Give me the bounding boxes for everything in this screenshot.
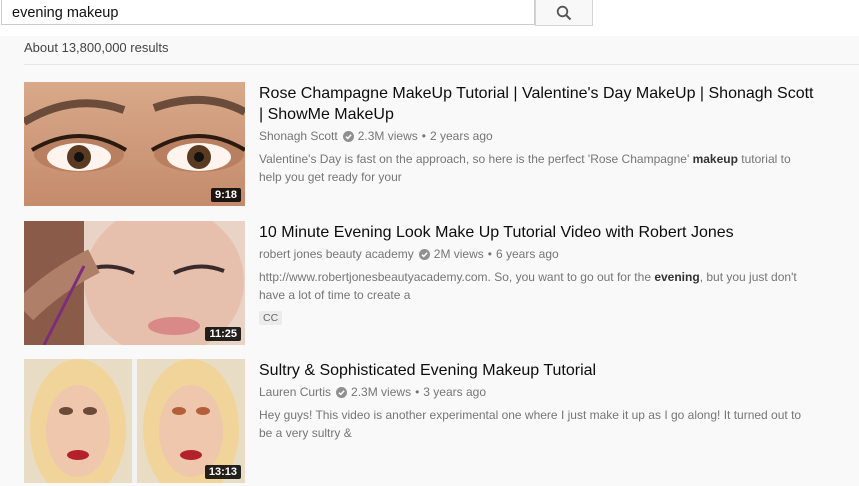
video-result[interactable]: 13:13 Sultry & Sophisticated Evening Mak… xyxy=(24,359,824,483)
description-text: http://www.robertjonesbeautyacademy.com.… xyxy=(259,270,655,284)
video-title[interactable]: 10 Minute Evening Look Make Up Tutorial … xyxy=(259,222,819,243)
results-count: About 13,800,000 results xyxy=(24,40,169,55)
view-count: 2.3M views xyxy=(357,129,418,143)
search-bar: evening makeup xyxy=(0,0,859,36)
upload-age: 6 years ago xyxy=(495,247,559,261)
cc-badge: CC xyxy=(259,311,283,325)
verified-check-icon xyxy=(342,131,354,142)
video-duration: 11:25 xyxy=(205,327,241,341)
video-meta: robert jones beauty academy 2M views • 6… xyxy=(259,247,819,262)
upload-age: 3 years ago xyxy=(423,385,486,399)
video-description: http://www.robertjonesbeautyacademy.com.… xyxy=(259,268,804,304)
video-result[interactable]: 11:25 10 Minute Evening Look Make Up Tut… xyxy=(24,221,824,345)
search-icon xyxy=(556,5,572,20)
separator: • xyxy=(415,385,420,399)
video-thumbnail[interactable]: 11:25 xyxy=(24,221,245,345)
description-text: Hey guys! This video is another experime… xyxy=(259,408,802,440)
video-info: Rose Champagne MakeUp Tutorial | Valenti… xyxy=(259,82,819,186)
video-meta: Shonagh Scott 2.3M views • 2 years ago xyxy=(259,129,819,144)
upload-age: 2 years ago xyxy=(429,129,493,143)
video-description: Valentine's Day is fast on the approach,… xyxy=(259,150,804,186)
video-meta: Lauren Curtis 2.3M views • 3 years ago xyxy=(259,385,819,400)
video-title[interactable]: Rose Champagne MakeUp Tutorial | Valenti… xyxy=(259,83,819,125)
separator: • xyxy=(421,129,426,143)
video-result[interactable]: 9:18 Rose Champagne MakeUp Tutorial | Va… xyxy=(24,82,824,206)
description-highlight: makeup xyxy=(692,152,738,166)
video-duration: 13:13 xyxy=(204,465,241,479)
video-thumbnail[interactable]: 13:13 xyxy=(24,359,245,483)
description-highlight: evening xyxy=(654,270,700,284)
channel-name[interactable]: robert jones beauty academy xyxy=(259,247,414,262)
verified-check-icon xyxy=(336,387,348,398)
verified-check-icon xyxy=(418,249,430,260)
video-duration: 9:18 xyxy=(210,188,241,202)
channel-name[interactable]: Shonagh Scott xyxy=(259,129,338,144)
video-info: 10 Minute Evening Look Make Up Tutorial … xyxy=(259,221,819,326)
channel-name[interactable]: Lauren Curtis xyxy=(259,385,331,400)
search-button[interactable] xyxy=(535,0,593,26)
search-input[interactable]: evening makeup xyxy=(1,0,535,25)
view-count: 2M views xyxy=(433,247,484,261)
separator: • xyxy=(487,247,492,261)
video-description: Hey guys! This video is another experime… xyxy=(259,406,804,442)
description-text: Valentine's Day is fast on the approach,… xyxy=(259,152,693,166)
video-info: Sultry & Sophisticated Evening Makeup Tu… xyxy=(259,359,819,442)
divider xyxy=(24,64,859,65)
view-count: 2.3M views xyxy=(351,385,412,399)
video-thumbnail[interactable]: 9:18 xyxy=(24,82,245,206)
video-title[interactable]: Sultry & Sophisticated Evening Makeup Tu… xyxy=(259,360,819,381)
